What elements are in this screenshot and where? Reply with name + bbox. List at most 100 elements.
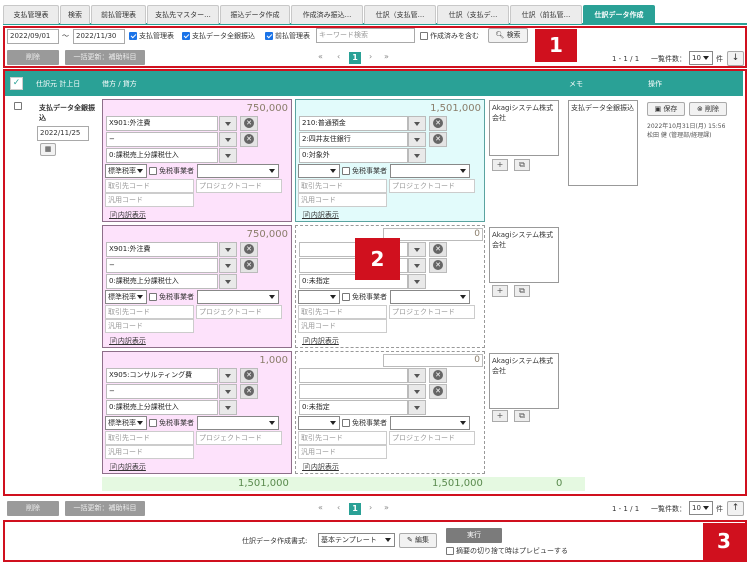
tab-prepaid-ledger[interactable]: 前払管理表 [91, 5, 146, 24]
preview-checkbox[interactable] [446, 547, 454, 555]
entry1-debit-exempt-select[interactable] [197, 164, 279, 178]
tab-transfer-create[interactable]: 振込データ作成 [220, 5, 290, 24]
entry2-debit-tax[interactable]: 0:課税売上分課税仕入 [106, 274, 218, 289]
entry2-credit-detail-link[interactable]: 📄︎内訳表示 [302, 336, 339, 346]
entry3-debit-partner[interactable]: 取引先コード [105, 431, 194, 445]
pager-current-bottom[interactable]: 1 [349, 503, 361, 515]
entry2-credit-account-dropdown[interactable] [408, 242, 426, 257]
entry2-debit-account-clear-icon[interactable] [240, 242, 258, 257]
entry3-debit-tax[interactable]: 0:課税売上分課税仕入 [106, 400, 218, 415]
entry1-credit-sub-dropdown[interactable] [408, 132, 426, 147]
template-select[interactable]: 基本テンプレート [318, 533, 395, 547]
entry1-credit-exempt-select[interactable] [390, 164, 470, 178]
entry2-debit-account[interactable]: X901:外注費 [106, 242, 218, 257]
delete-button-bottom[interactable]: 削除 [7, 501, 59, 516]
pager-last[interactable]: » [384, 51, 389, 63]
entry2-debit-sub-clear-icon[interactable] [240, 258, 258, 273]
entry2-debit-account-dropdown[interactable] [219, 242, 237, 257]
entry1-debit-tax[interactable]: 0:課税売上分課税仕入 [106, 148, 218, 163]
entry2-note[interactable]: Akagiシステム株式会社 [489, 227, 559, 283]
entry2-debit-project[interactable]: プロジェクトコード [196, 305, 282, 319]
entry1-credit-exempt-checkbox[interactable] [342, 167, 350, 175]
pager-next[interactable]: › [369, 51, 372, 63]
entry1-credit-detail-link[interactable]: 📄︎内訳表示 [302, 210, 339, 220]
zengin-transfer-checkbox[interactable] [182, 32, 190, 40]
tab-transfer-created[interactable]: 作成済み振込... [291, 5, 363, 24]
calendar-button[interactable]: ▦ [40, 143, 56, 156]
entry3-credit-detail-link[interactable]: 📄︎内訳表示 [302, 462, 339, 472]
entry2-debit-detail-link[interactable]: 📄︎内訳表示 [109, 336, 146, 346]
entry1-debit-account[interactable]: X901:外注費 [106, 116, 218, 131]
tab-journal-data-create[interactable]: 仕訳データ作成 [583, 5, 655, 24]
entry2-debit-exempt-select[interactable] [197, 290, 279, 304]
entry1-debit-amount[interactable]: 750,000 [247, 103, 288, 114]
entry2-credit-generic[interactable]: 汎用コード [298, 319, 387, 333]
entry1-debit-exempt-checkbox[interactable] [149, 167, 157, 175]
delete-row-button[interactable]: ⊗ 削除 [689, 102, 727, 116]
entry1-credit-account-dropdown[interactable] [408, 116, 426, 131]
entry1-debit-sub-clear-icon[interactable] [240, 132, 258, 147]
entry2-debit-subaccount[interactable]: − [106, 258, 218, 273]
date-to-input[interactable]: 2022/11/30 [73, 29, 125, 44]
entry2-add-button[interactable]: + [492, 285, 508, 297]
entry3-debit-sub-dropdown[interactable] [219, 384, 237, 399]
entry1-credit-generic[interactable]: 汎用コード [298, 193, 387, 207]
entry3-debit-generic[interactable]: 汎用コード [105, 445, 194, 459]
payment-ledger-checkbox[interactable] [129, 32, 137, 40]
entry3-debit-exempt-select[interactable] [197, 416, 279, 430]
entry3-credit-account[interactable] [299, 368, 408, 383]
entry1-credit-tax[interactable]: 0:対象外 [299, 148, 408, 163]
entry2-credit-exempt-select[interactable] [390, 290, 470, 304]
entry2-copy-button[interactable]: ⧉ [514, 285, 530, 297]
entry2-debit-sub-dropdown[interactable] [219, 258, 237, 273]
entry3-debit-sub-clear-icon[interactable] [240, 384, 258, 399]
entry2-debit-amount[interactable]: 750,000 [247, 229, 288, 240]
entry1-debit-tax-dropdown[interactable] [219, 148, 237, 163]
entry1-debit-generic[interactable]: 汎用コード [105, 193, 194, 207]
entry2-credit-tax-dropdown[interactable] [408, 274, 426, 289]
entry3-credit-tax-dropdown[interactable] [408, 400, 426, 415]
entry1-credit-project[interactable]: プロジェクトコード [389, 179, 475, 193]
delete-button-top[interactable]: 削除 [7, 50, 59, 65]
run-button[interactable]: 実行 [446, 528, 502, 543]
entry2-debit-generic[interactable]: 汎用コード [105, 319, 194, 333]
entry3-debit-account-dropdown[interactable] [219, 368, 237, 383]
scroll-up-button[interactable]: ↑ [727, 501, 744, 516]
row-date-input[interactable]: 2022/11/25 [37, 126, 89, 141]
entry1-note[interactable]: Akagiシステム株式会社 [489, 100, 559, 156]
scroll-down-button[interactable]: ↓ [727, 51, 744, 66]
entry3-credit-subaccount[interactable] [299, 384, 408, 399]
entry1-debit-account-dropdown[interactable] [219, 116, 237, 131]
entry1-debit-taxrate-select[interactable]: 標準税率 [105, 164, 147, 178]
entry1-credit-account-clear-icon[interactable] [429, 116, 447, 131]
entry1-credit-sub-clear-icon[interactable] [429, 132, 447, 147]
entry3-add-button[interactable]: + [492, 410, 508, 422]
pager-prev[interactable]: ‹ [337, 51, 340, 63]
prepaid-ledger-checkbox[interactable] [265, 32, 273, 40]
entry3-debit-account[interactable]: X905:コンサルティング費 [106, 368, 218, 383]
entry3-copy-button[interactable]: ⧉ [514, 410, 530, 422]
row-checkbox[interactable] [14, 102, 22, 110]
entry1-copy-button[interactable]: ⧉ [514, 159, 530, 171]
date-from-input[interactable]: 2022/09/01 [7, 29, 59, 44]
edit-template-button[interactable]: ✎ 編集 [399, 533, 437, 548]
entry3-credit-taxrate-select[interactable] [298, 416, 340, 430]
entry1-credit-taxrate-select[interactable] [298, 164, 340, 178]
page-size-select[interactable]: 10 [689, 51, 713, 65]
tab-journal-payment[interactable]: 仕訳（支払管... [364, 5, 436, 24]
include-created-checkbox[interactable] [420, 32, 428, 40]
pager-prev-bottom[interactable]: ‹ [337, 502, 340, 514]
entry1-debit-project[interactable]: プロジェクトコード [196, 179, 282, 193]
entry1-add-button[interactable]: + [492, 159, 508, 171]
entry3-debit-subaccount[interactable]: − [106, 384, 218, 399]
entry1-credit-partner[interactable]: 取引先コード [298, 179, 387, 193]
entry1-credit-subaccount[interactable]: 2:四井友住銀行 [299, 132, 408, 147]
entry2-credit-taxrate-select[interactable] [298, 290, 340, 304]
select-all-checkbox[interactable]: ✓ [10, 77, 23, 90]
save-button[interactable]: ▣ 保存 [647, 102, 685, 116]
entry2-debit-tax-dropdown[interactable] [219, 274, 237, 289]
entry1-credit-amount[interactable]: 1,501,000 [430, 103, 481, 114]
entry2-debit-partner[interactable]: 取引先コード [105, 305, 194, 319]
entry3-note[interactable]: Akagiシステム株式会社 [489, 353, 559, 409]
pager-first[interactable]: « [318, 51, 323, 63]
